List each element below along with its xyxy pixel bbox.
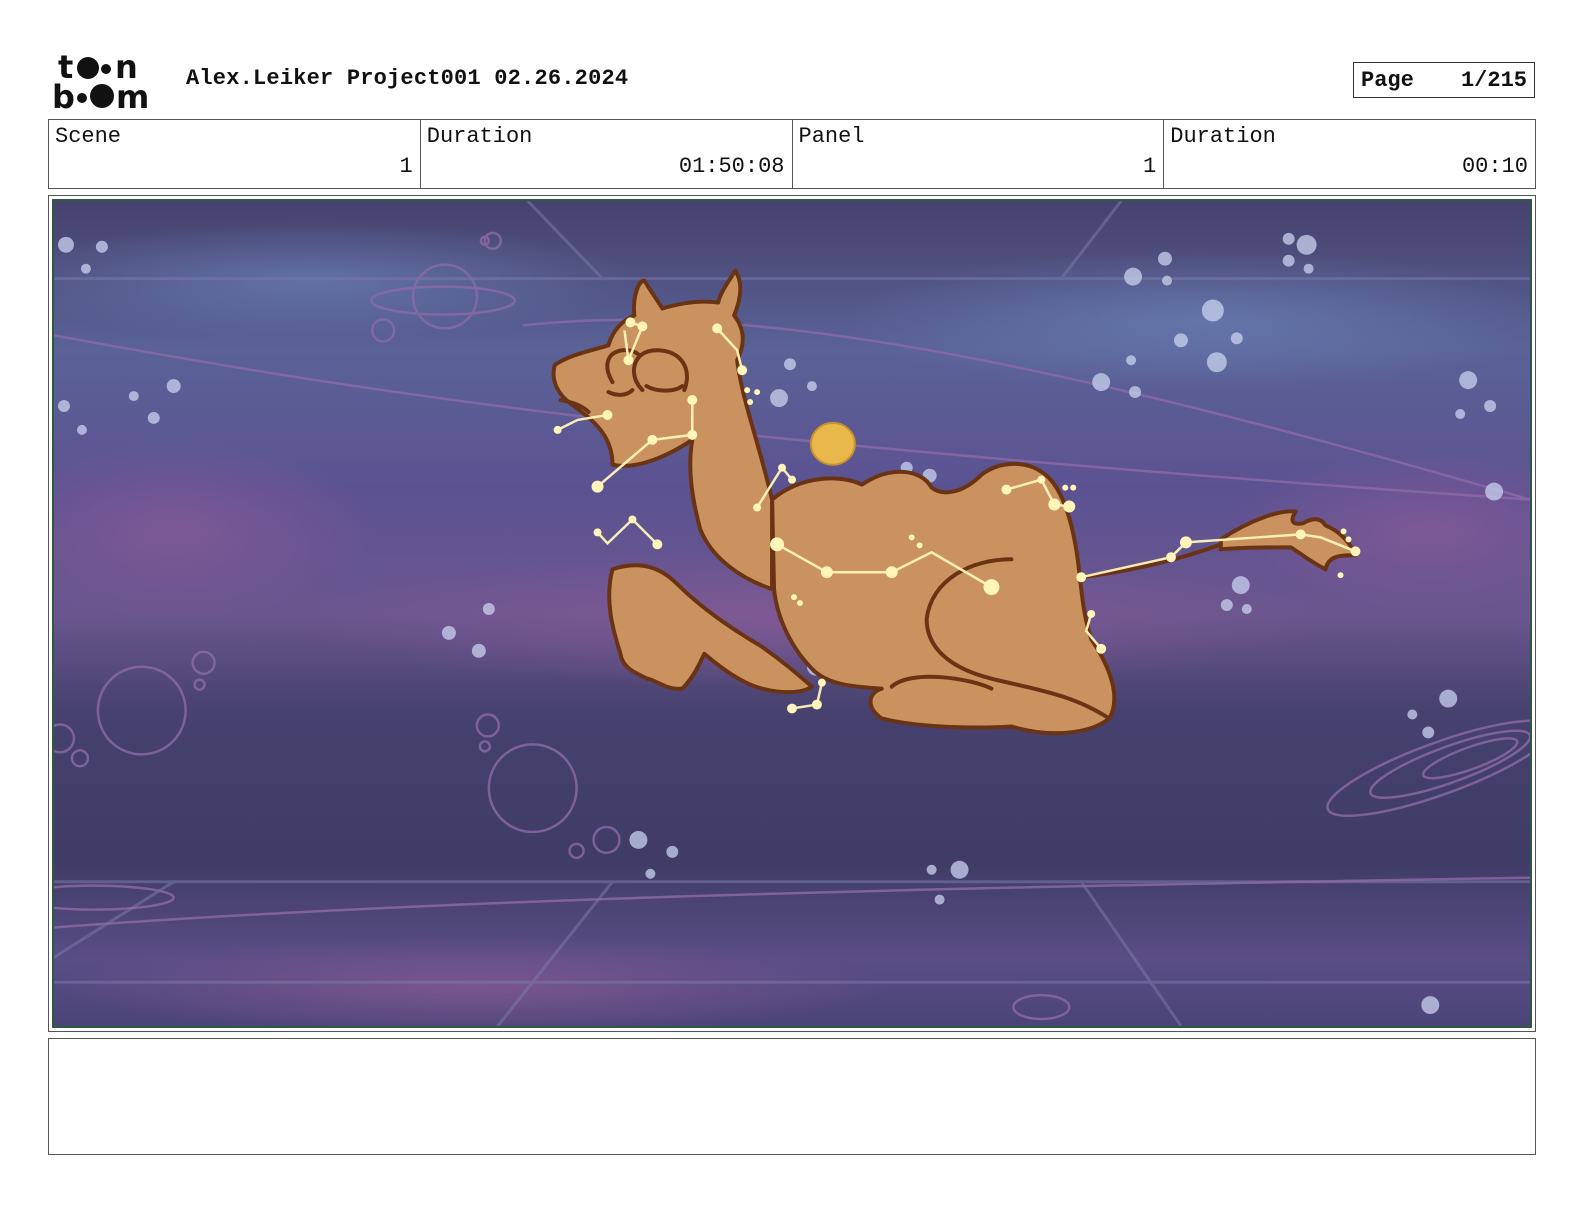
- panel-duration-cell: Duration 00:10: [1164, 120, 1535, 188]
- svg-text:b: b: [52, 78, 75, 112]
- scene-number: 1: [399, 154, 413, 179]
- camel-constellation-illustration: [54, 201, 1530, 1026]
- panel-duration-value: 00:10: [1461, 154, 1528, 179]
- panel-cell: Panel 1: [793, 120, 1165, 188]
- page-number: 1/215: [1460, 67, 1527, 93]
- scene-info-table: Scene 1 Duration 01:50:08 Panel 1 Durati…: [48, 119, 1536, 189]
- scene-duration-value: 01:50:08: [678, 154, 785, 179]
- toonboom-logo: t n b m: [52, 48, 164, 116]
- storyboard-title: Alex.Leiker Project001 02.26.2024: [186, 66, 629, 91]
- scene-label: Scene: [55, 124, 122, 149]
- scene-cell: Scene 1: [49, 120, 421, 188]
- panel-label: Panel: [798, 124, 865, 149]
- page-label: Page: [1361, 67, 1414, 93]
- page-indicator: Page 1/215: [1353, 62, 1535, 98]
- panel-image: [52, 199, 1532, 1028]
- scene-duration-cell: Duration 01:50:08: [421, 120, 793, 188]
- scene-duration-label: Duration: [426, 124, 533, 149]
- panel-number: 1: [1143, 154, 1157, 179]
- panel-notes-box: [48, 1038, 1536, 1155]
- panel-duration-label: Duration: [1170, 124, 1276, 149]
- svg-text:m: m: [116, 78, 149, 112]
